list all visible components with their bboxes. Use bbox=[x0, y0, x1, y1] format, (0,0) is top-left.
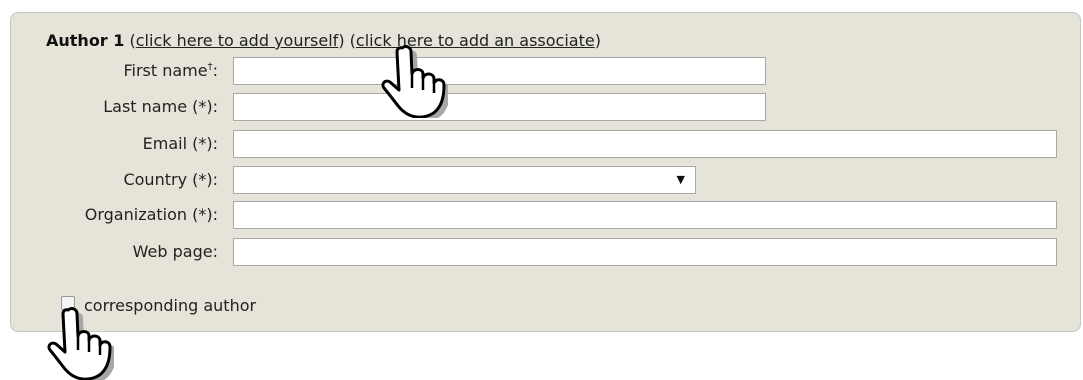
hand-pointer-icon bbox=[47, 307, 114, 380]
web-page-label: Web page: bbox=[132, 242, 218, 261]
last-name-row: Last name (*): bbox=[0, 92, 1083, 122]
first-name-label-colon: : bbox=[212, 61, 218, 80]
web-page-label-cell: Web page: bbox=[0, 237, 218, 267]
triangle-down-icon: ▼ bbox=[676, 173, 685, 186]
country-label-cell: Country (*): bbox=[0, 165, 218, 195]
paren-close-1: ) bbox=[338, 31, 345, 50]
paren-close-2: ) bbox=[594, 31, 601, 50]
email-label: Email (*): bbox=[142, 134, 218, 153]
author-title: Author 1 bbox=[46, 31, 125, 50]
organization-input[interactable] bbox=[233, 201, 1057, 229]
organization-label-cell: Organization (*): bbox=[0, 200, 218, 230]
organization-label: Organization (*): bbox=[84, 205, 218, 224]
country-label: Country (*): bbox=[123, 170, 218, 189]
last-name-input[interactable] bbox=[233, 93, 766, 121]
first-name-input[interactable] bbox=[233, 57, 766, 85]
add-yourself-link[interactable]: click here to add yourself bbox=[136, 31, 339, 50]
organization-row: Organization (*): bbox=[0, 200, 1083, 230]
country-row: Country (*): ▼ bbox=[0, 165, 1083, 195]
first-name-label-cell: First name†: bbox=[0, 56, 218, 86]
first-name-row: First name†: bbox=[0, 56, 1083, 86]
first-name-label-text: First name bbox=[123, 61, 208, 80]
author-header: Author 1 (click here to add yourself) (c… bbox=[46, 31, 601, 51]
web-page-row: Web page: bbox=[0, 237, 1083, 267]
last-name-label-cell: Last name (*): bbox=[0, 92, 218, 122]
hand-pointer-icon bbox=[381, 45, 448, 118]
last-name-label: Last name (*): bbox=[103, 97, 218, 116]
country-select[interactable]: ▼ bbox=[233, 166, 696, 194]
email-label-cell: Email (*): bbox=[0, 129, 218, 159]
web-page-input[interactable] bbox=[233, 238, 1057, 266]
email-input[interactable] bbox=[233, 130, 1057, 158]
email-row: Email (*): bbox=[0, 129, 1083, 159]
first-name-label: First name†: bbox=[123, 56, 218, 86]
